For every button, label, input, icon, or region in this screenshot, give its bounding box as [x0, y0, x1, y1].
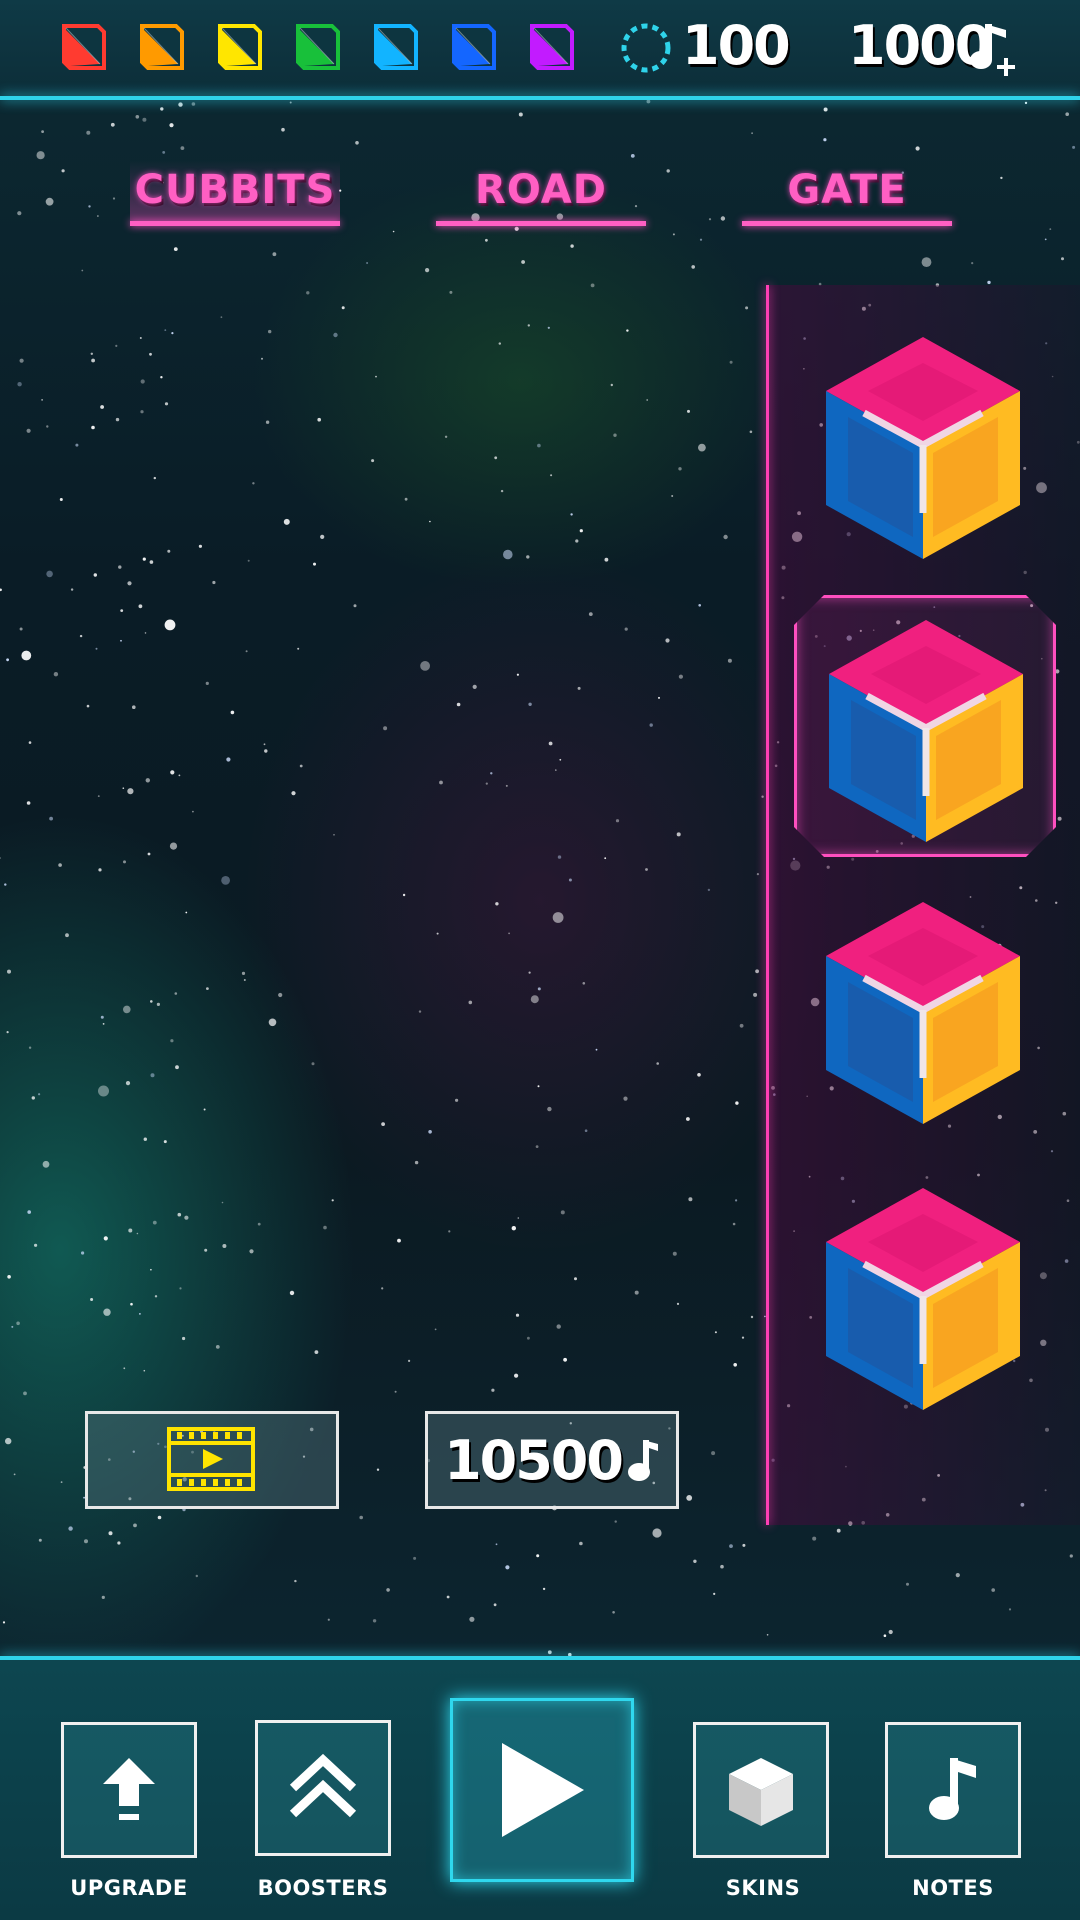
skin-slot[interactable]	[794, 1166, 1056, 1428]
gem-icon	[140, 24, 184, 70]
rings-currency-icon	[621, 23, 671, 73]
tab-underline	[436, 221, 646, 226]
skin-slot[interactable]	[794, 315, 1056, 577]
gem-icon	[218, 24, 262, 70]
cubbit-skin-icon	[826, 902, 1020, 1124]
tab-gate-label: GATE	[787, 167, 907, 213]
skins-button[interactable]	[693, 1722, 829, 1858]
buy-price: 10500	[444, 1428, 624, 1492]
gem-icon	[296, 24, 340, 70]
tab-underline	[130, 221, 340, 226]
notes-label: NOTES	[912, 1876, 994, 1900]
top-divider	[0, 96, 1080, 100]
gem-icon	[374, 24, 418, 70]
music-note-icon	[929, 1758, 976, 1820]
notes-button[interactable]	[885, 1722, 1021, 1858]
cubbit-skin-icon	[821, 616, 1031, 846]
gem-icon	[62, 24, 106, 70]
play-button[interactable]	[450, 1698, 634, 1882]
skin-slot[interactable]	[794, 595, 1056, 857]
watch-video-button[interactable]	[85, 1411, 339, 1509]
skin-list-divider	[766, 285, 769, 1525]
gem-icon	[530, 24, 574, 70]
note-icon	[627, 1440, 658, 1481]
skin-slot[interactable]	[794, 880, 1056, 1142]
cubbit-skin-icon	[826, 337, 1020, 559]
buy-skin-button[interactable]: 10500	[425, 1411, 679, 1509]
boosters-button[interactable]	[255, 1720, 391, 1856]
upgrade-label: UPGRADE	[70, 1876, 188, 1900]
play-icon	[502, 1743, 584, 1837]
tab-road-label: ROAD	[475, 167, 607, 213]
cubbit-skin-icon	[826, 1188, 1020, 1410]
video-film-icon	[167, 1427, 255, 1491]
upgrade-button[interactable]	[61, 1722, 197, 1858]
skins-label: SKINS	[725, 1876, 801, 1900]
double-chevron-up-icon	[289, 1753, 357, 1818]
rings-count: 100	[682, 14, 791, 77]
boosters-label: BOOSTERS	[257, 1876, 389, 1900]
notes-count: 1000	[848, 14, 992, 77]
tab-gate[interactable]: GATE	[742, 160, 952, 226]
add-notes-icon[interactable]	[970, 18, 1020, 80]
tab-underline	[742, 221, 952, 226]
cube-icon	[729, 1758, 793, 1826]
tab-cubbits-label: CUBBITS	[134, 167, 336, 213]
upgrade-arrow-icon	[103, 1758, 155, 1820]
gem-icon	[452, 24, 496, 70]
tab-cubbits[interactable]: CUBBITS	[130, 160, 340, 226]
tab-road[interactable]: ROAD	[436, 160, 646, 226]
